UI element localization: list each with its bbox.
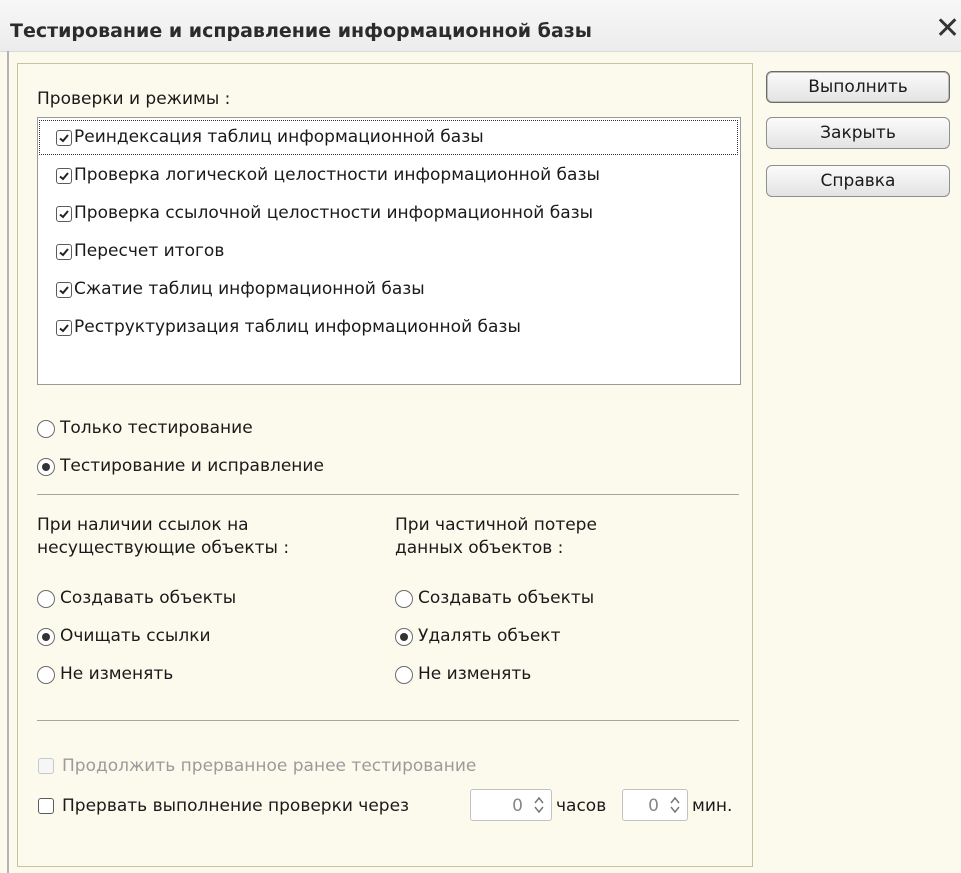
radio-test-and-repair[interactable]: [37, 458, 55, 476]
spinner-arrows-icon[interactable]: [667, 794, 683, 816]
checks-label: Проверки и режимы :: [37, 89, 231, 109]
hours-stepper[interactable]: 0: [470, 789, 552, 821]
help-button[interactable]: Справка: [766, 165, 950, 197]
radio-label: Только тестирование: [60, 418, 253, 438]
minutes-unit: мин.: [692, 796, 733, 816]
close-icon[interactable]: ✕: [935, 14, 960, 44]
radio-dot: [42, 463, 50, 471]
radio-refs-create[interactable]: [37, 590, 55, 608]
checkbox[interactable]: [56, 168, 72, 184]
check-label: Проверка ссылочной целостности информаци…: [74, 203, 594, 223]
checks-list: Реиндексация таблиц информационной базы …: [37, 117, 741, 385]
radio-label: Не изменять: [418, 664, 532, 684]
partial-label-1: При частичной потере: [395, 515, 597, 535]
check-label: Пересчет итогов: [74, 241, 225, 261]
window-frame: [7, 51, 9, 873]
radio-refs-unchanged[interactable]: [37, 666, 55, 684]
partial-label-2: данных объектов :: [395, 538, 564, 558]
spinner-arrows-icon[interactable]: [531, 794, 547, 816]
checkmark-icon: [59, 134, 69, 143]
refs-label-2: несуществующие объекты :: [37, 538, 290, 558]
check-label: Реиндексация таблиц информационной базы: [74, 127, 484, 147]
title-bar: Тестирование и исправление информационно…: [0, 0, 961, 52]
hours-value: 0: [512, 796, 523, 816]
radio-label: Удалять объект: [418, 626, 561, 646]
minutes-stepper[interactable]: 0: [622, 789, 688, 821]
minutes-value: 0: [648, 796, 659, 816]
checkbox[interactable]: [56, 244, 72, 260]
radio-test-only[interactable]: [37, 420, 55, 438]
check-label: Проверка логической целостности информац…: [74, 165, 600, 185]
radio-partial-unchanged[interactable]: [395, 666, 413, 684]
window-title: Тестирование и исправление информационно…: [10, 20, 592, 42]
run-button[interactable]: Выполнить: [766, 71, 950, 103]
radio-label: Тестирование и исправление: [60, 456, 324, 476]
hours-unit: часов: [556, 796, 607, 816]
continue-checkbox[interactable]: [38, 758, 54, 774]
checkbox[interactable]: [56, 282, 72, 298]
continue-label: Продолжить прерванное ранее тестирование: [62, 756, 477, 776]
close-button[interactable]: Закрыть: [766, 117, 950, 149]
radio-label: Создавать объекты: [418, 588, 595, 608]
checkbox[interactable]: [56, 206, 72, 222]
separator: [37, 494, 739, 495]
refs-label-1: При наличии ссылок на: [37, 515, 249, 535]
radio-refs-clear[interactable]: [37, 628, 55, 646]
separator: [37, 720, 739, 721]
interrupt-checkbox[interactable]: [38, 798, 54, 814]
radio-dot: [400, 633, 408, 641]
radio-dot: [42, 633, 50, 641]
radio-partial-create[interactable]: [395, 590, 413, 608]
interrupt-label: Прервать выполнение проверки через: [62, 796, 410, 816]
test-repair-dialog: Тестирование и исправление информационно…: [0, 0, 961, 873]
radio-label: Не изменять: [60, 664, 174, 684]
check-label: Реструктуризация таблиц информационной б…: [74, 317, 521, 337]
checkmark-icon: [59, 286, 69, 295]
checkmark-icon: [59, 324, 69, 333]
checkmark-icon: [59, 210, 69, 219]
radio-label: Создавать объекты: [60, 588, 237, 608]
checkbox[interactable]: [56, 320, 72, 336]
checkmark-icon: [59, 248, 69, 257]
checkmark-icon: [59, 172, 69, 181]
checkbox[interactable]: [56, 130, 72, 146]
radio-label: Очищать ссылки: [60, 626, 211, 646]
check-label: Сжатие таблиц информационной базы: [74, 279, 425, 299]
radio-partial-delete[interactable]: [395, 628, 413, 646]
